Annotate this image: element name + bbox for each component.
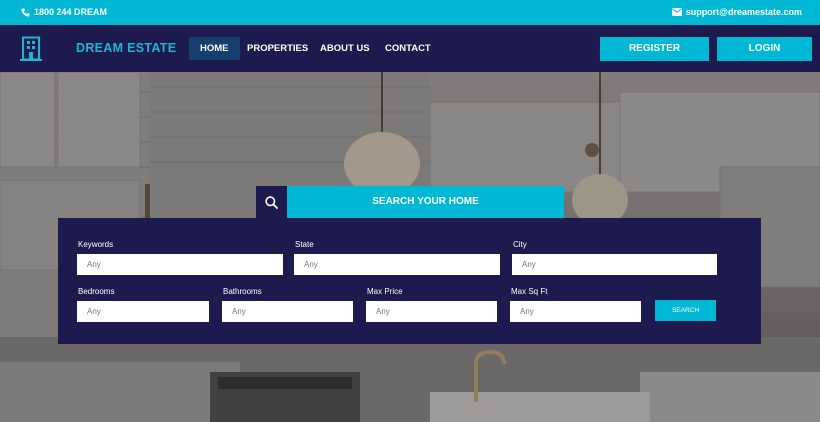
- top-contact-bar: 1800 244 DREAM support@dreamestate.com: [0, 0, 820, 25]
- max-price-input[interactable]: [366, 301, 497, 322]
- city-input[interactable]: [512, 254, 717, 275]
- bedrooms-input[interactable]: [77, 301, 209, 322]
- search-icon[interactable]: [256, 186, 287, 218]
- main-navbar: DREAM ESTATE HOME PROPERTIES ABOUT US CO…: [0, 25, 820, 72]
- bathrooms-label: Bathrooms: [223, 287, 262, 296]
- phone-icon: [21, 7, 30, 17]
- bathrooms-input[interactable]: [222, 301, 353, 322]
- phone-contact[interactable]: 1800 244 DREAM: [21, 7, 107, 17]
- envelope-icon: [671, 8, 682, 16]
- nav-home[interactable]: HOME: [189, 37, 240, 60]
- bedrooms-label: Bedrooms: [78, 287, 115, 296]
- city-label: City: [513, 240, 527, 249]
- search-button[interactable]: SEARCH: [655, 300, 716, 321]
- login-button[interactable]: LOGIN: [717, 37, 812, 61]
- email-contact[interactable]: support@dreamestate.com: [671, 7, 802, 17]
- phone-number: 1800 244 DREAM: [34, 7, 108, 17]
- keywords-label: Keywords: [78, 240, 114, 249]
- search-tab-title[interactable]: SEARCH YOUR HOME: [287, 186, 564, 218]
- keywords-input[interactable]: [77, 254, 283, 275]
- state-input[interactable]: [294, 254, 500, 275]
- max-sqft-input[interactable]: [510, 301, 641, 322]
- nav-about-us[interactable]: ABOUT US: [309, 37, 381, 60]
- building-icon[interactable]: [20, 36, 42, 61]
- max-price-label: Max Price: [367, 287, 403, 296]
- max-sqft-label: Max Sq Ft: [511, 287, 548, 296]
- register-button[interactable]: REGISTER: [600, 37, 709, 61]
- nav-properties[interactable]: PROPERTIES: [236, 37, 319, 60]
- search-panel: Keywords State City Bedrooms Bathrooms M…: [58, 218, 761, 344]
- brand-name[interactable]: DREAM ESTATE: [76, 41, 176, 55]
- state-label: State: [295, 240, 314, 249]
- email-address: support@dreamestate.com: [685, 7, 802, 17]
- nav-contact[interactable]: CONTACT: [374, 37, 442, 60]
